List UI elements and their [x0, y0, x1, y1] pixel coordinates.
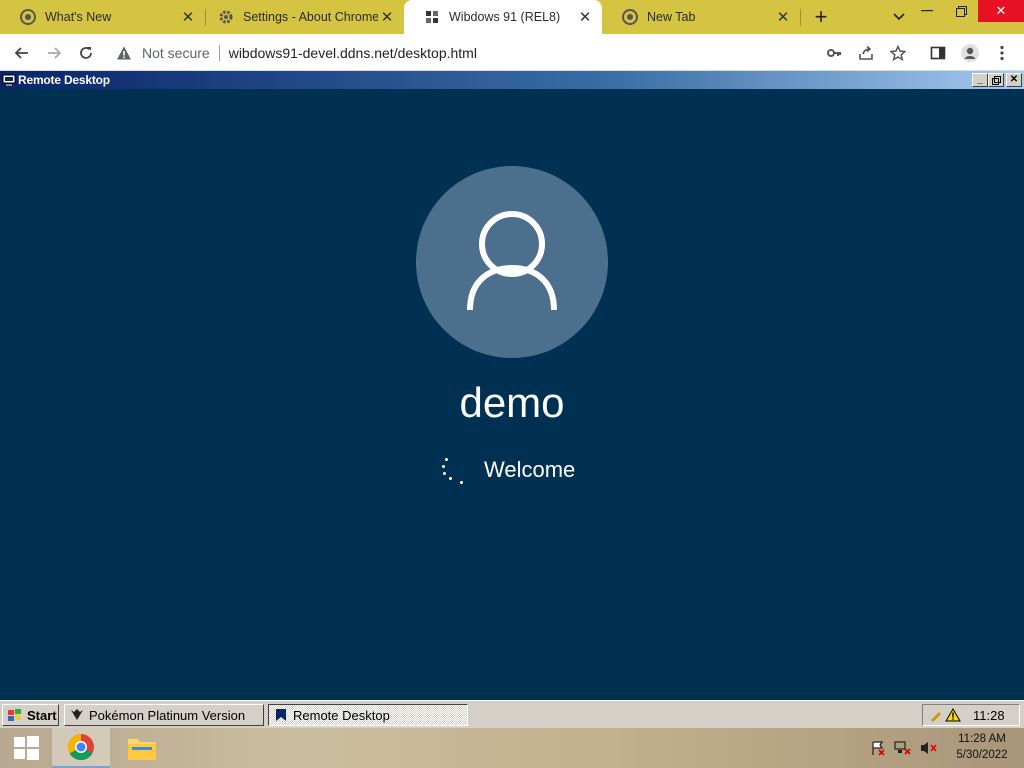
loading-spinner-icon: [440, 455, 470, 485]
file-explorer-icon[interactable]: [116, 728, 168, 768]
remote-desktop-icon: [276, 709, 286, 721]
chrome-logo-icon: [20, 9, 36, 25]
warning-icon[interactable]: [945, 708, 961, 722]
chrome-logo-icon: [622, 9, 638, 25]
reload-icon[interactable]: [72, 39, 100, 67]
tray-clock[interactable]: 11:28: [973, 708, 1005, 723]
back-arrow-icon[interactable]: [8, 39, 36, 67]
tab-separator: [800, 9, 801, 26]
wibdows-logo-icon: [424, 9, 440, 25]
gear-icon: [218, 9, 234, 25]
action-center-flag-icon[interactable]: [870, 740, 886, 756]
new-tab-button[interactable]: +: [808, 4, 834, 29]
tab-new-tab[interactable]: New Tab ✕: [602, 0, 800, 34]
close-window-icon[interactable]: ✕: [978, 0, 1024, 22]
tab-search-chevron-icon[interactable]: [886, 5, 912, 29]
minimize-window-icon[interactable]: [910, 0, 944, 22]
restore-window-icon[interactable]: [944, 0, 978, 22]
start-button[interactable]: Start: [2, 704, 59, 726]
pen-icon[interactable]: [929, 708, 943, 722]
user-silhouette-icon: [467, 211, 557, 311]
tab-title: New Tab: [647, 10, 696, 24]
taskbar-item-label: Remote Desktop: [293, 707, 390, 723]
url-text[interactable]: wibdows91-devel.ddns.net/desktop.html: [229, 45, 477, 61]
close-icon[interactable]: ✕: [1006, 73, 1022, 87]
host-clock[interactable]: 11:28 AM 5/30/2022: [950, 731, 1014, 763]
tab-whats-new[interactable]: What's New ✕: [0, 0, 205, 34]
profile-avatar-icon[interactable]: [956, 39, 984, 67]
window-title: Remote Desktop: [18, 73, 110, 87]
forward-arrow-icon[interactable]: [40, 39, 68, 67]
host-time: 11:28 AM: [958, 733, 1006, 745]
side-panel-icon[interactable]: [924, 39, 952, 67]
login-screen: demo Welcome: [0, 89, 1024, 700]
windows-flag-icon: [8, 709, 21, 721]
username: demo: [459, 379, 565, 426]
close-tab-icon[interactable]: ✕: [378, 8, 396, 26]
user-avatar: [416, 166, 608, 358]
close-tab-icon[interactable]: ✕: [179, 8, 197, 26]
tab-title: Wibdows 91 (REL8): [449, 10, 561, 24]
browser-tab-strip: What's New ✕ Settings - About Chrome ✕ W…: [0, 0, 1024, 34]
address-bar[interactable]: Not secure wibdows91-devel.ddns.net/desk…: [108, 38, 908, 67]
tab-settings-about-chrome[interactable]: Settings - About Chrome ✕: [198, 0, 404, 34]
close-tab-icon[interactable]: ✕: [576, 8, 594, 26]
address-divider: [218, 44, 220, 61]
security-indicator[interactable]: Not secure: [142, 45, 210, 61]
taskbar-item-pokemon[interactable]: Pokémon Platinum Version: [64, 704, 264, 726]
key-icon[interactable]: [820, 39, 848, 67]
warning-triangle-icon: [117, 46, 131, 59]
tab-title: What's New: [45, 10, 112, 24]
browser-toolbar: Not secure wibdows91-devel.ddns.net/desk…: [0, 34, 1024, 71]
start-label: Start: [27, 707, 57, 723]
remote-desktop-icon: [2, 74, 16, 86]
share-icon[interactable]: [852, 39, 880, 67]
host-date: 5/30/2022: [956, 749, 1008, 761]
remote-desktop-titlebar[interactable]: Remote Desktop _ ✕: [0, 71, 1024, 89]
tab-wibdows-91[interactable]: Wibdows 91 (REL8) ✕: [404, 0, 602, 34]
remote-taskbar: Start Pokémon Platinum Version Remote De…: [0, 700, 1024, 728]
bookmark-star-icon[interactable]: [884, 39, 912, 67]
maximize-icon[interactable]: [988, 73, 1004, 87]
volume-muted-icon[interactable]: [920, 740, 938, 756]
minimize-icon[interactable]: _: [972, 73, 988, 87]
host-system-tray: [870, 728, 938, 768]
welcome-text: Welcome: [484, 457, 576, 482]
system-tray: 11:28: [922, 704, 1020, 726]
taskbar-item-remote-desktop[interactable]: Remote Desktop: [268, 704, 468, 726]
close-tab-icon[interactable]: ✕: [774, 8, 792, 26]
network-icon[interactable]: [894, 740, 912, 756]
welcome-status: Welcome: [440, 455, 575, 485]
windows-start-icon[interactable]: [0, 728, 52, 768]
tab-title: Settings - About Chrome: [243, 10, 378, 24]
pokemon-app-icon: [71, 709, 83, 720]
chrome-taskbar-icon[interactable]: [52, 728, 110, 768]
taskbar-item-label: Pokémon Platinum Version: [89, 707, 246, 723]
more-menu-icon[interactable]: [988, 39, 1016, 67]
host-taskbar: 11:28 AM 5/30/2022: [0, 728, 1024, 768]
